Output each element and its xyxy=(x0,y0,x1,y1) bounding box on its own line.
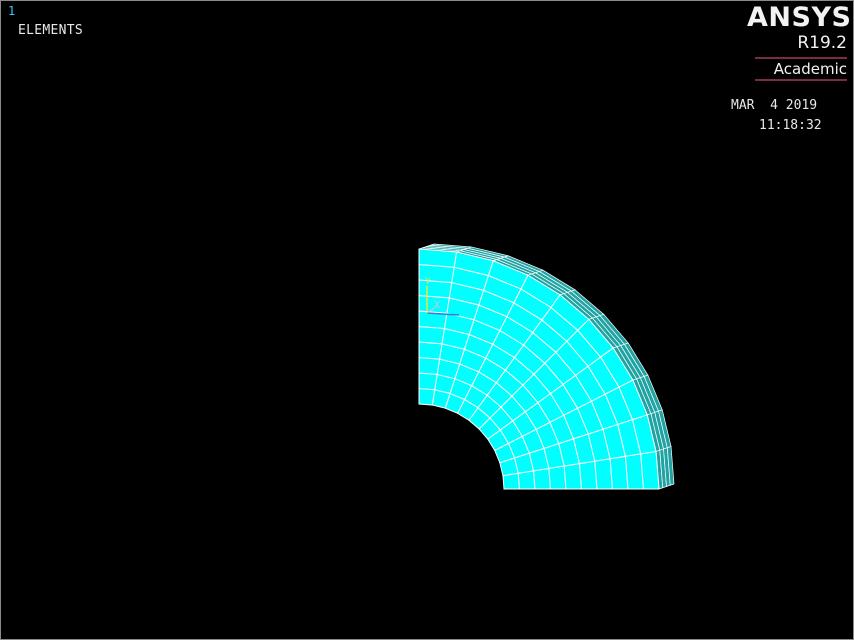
mesh-element xyxy=(418,356,441,375)
mesh-element xyxy=(533,467,552,490)
triad-y-label: Y xyxy=(425,277,431,287)
mesh-element xyxy=(418,341,443,360)
mesh-element xyxy=(563,463,583,490)
mesh-element xyxy=(517,470,536,490)
mesh-element xyxy=(418,372,438,391)
mesh-element xyxy=(594,458,614,490)
element-mesh-plot[interactable]: Y X xyxy=(1,1,853,639)
triad-x-label: X xyxy=(434,300,440,311)
mesh-element xyxy=(418,325,445,345)
element-mesh xyxy=(418,243,675,490)
mesh-element xyxy=(418,387,436,406)
mesh-element xyxy=(418,248,458,268)
graphics-window[interactable]: 1 ELEMENTS ANSYS R19.2 Academic MAR 4 20… xyxy=(0,0,854,640)
mesh-element xyxy=(548,465,567,490)
mesh-element xyxy=(640,450,660,490)
mesh-element xyxy=(578,460,598,490)
